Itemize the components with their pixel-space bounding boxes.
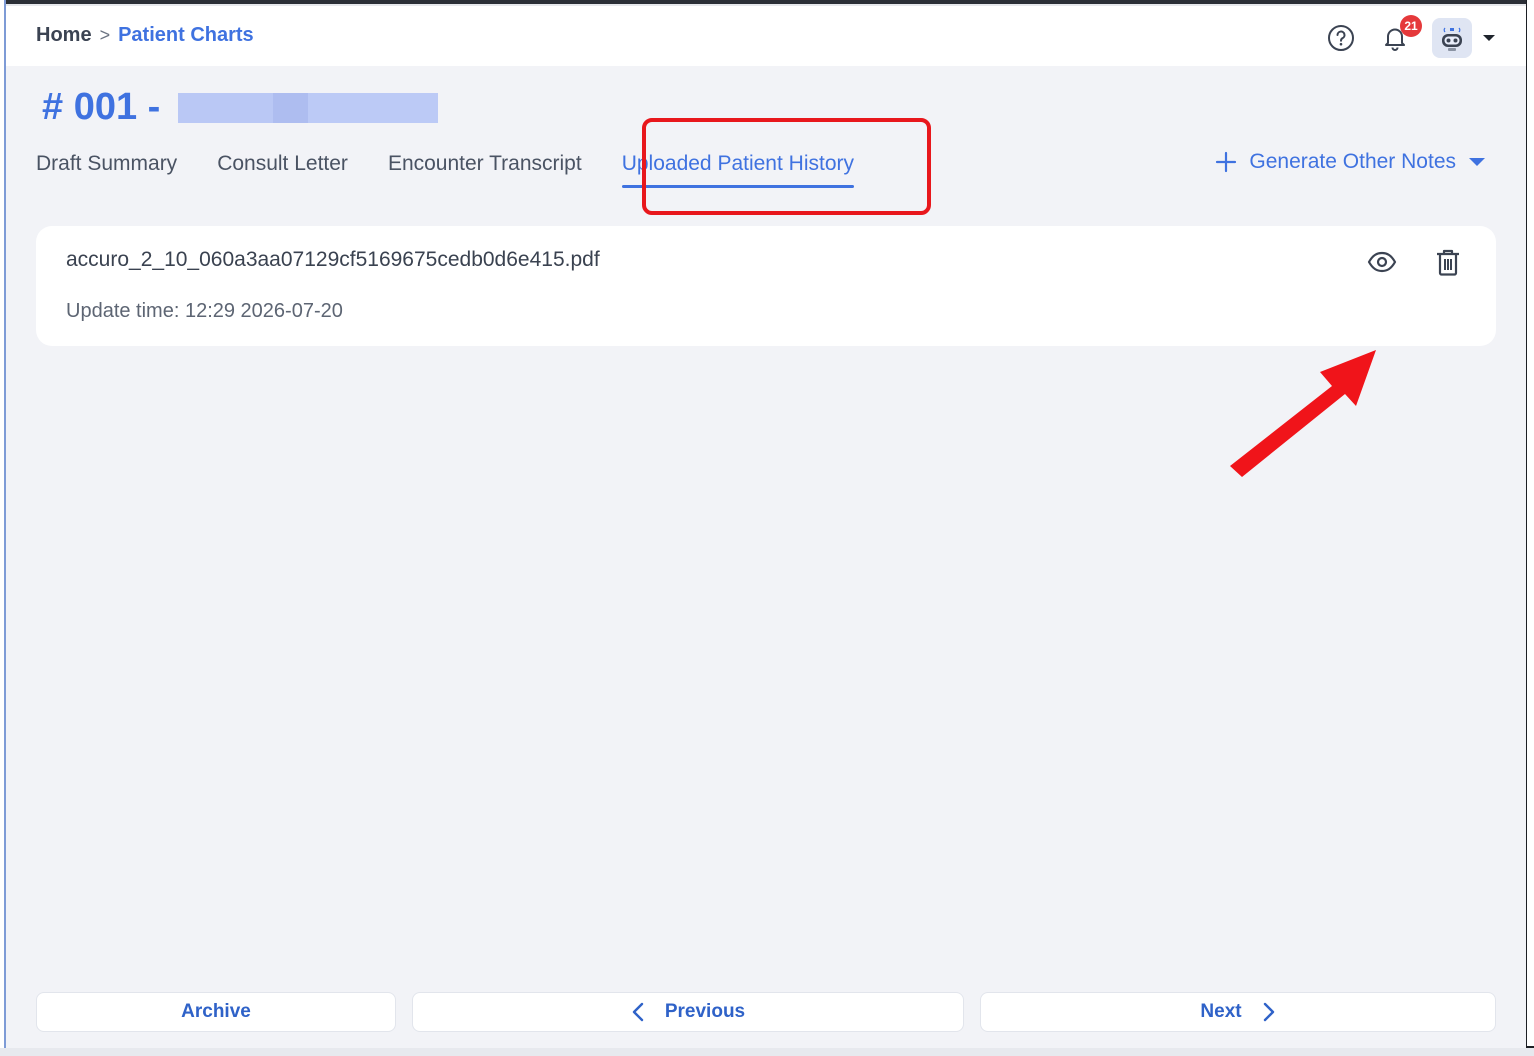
caret-down-icon — [1469, 158, 1485, 166]
tab-uploaded-patient-history[interactable]: Uploaded Patient History — [621, 150, 855, 188]
redacted-patient-name — [178, 92, 439, 123]
breadcrumb-patient-charts[interactable]: Patient Charts — [118, 24, 254, 47]
tab-consult-letter[interactable]: Consult Letter — [217, 150, 348, 188]
next-label: Next — [1200, 1001, 1242, 1022]
previous-button[interactable]: Previous — [412, 992, 964, 1032]
notifications-button[interactable]: 21 — [1378, 15, 1422, 55]
tab-draft-summary[interactable]: Draft Summary — [36, 150, 177, 188]
chevron-right-icon — [1263, 1002, 1274, 1022]
breadcrumb-separator: > — [99, 25, 111, 45]
plus-icon — [1216, 151, 1237, 173]
archive-button[interactable]: Archive — [36, 992, 396, 1032]
user-menu[interactable] — [1432, 18, 1496, 58]
breadcrumb: Home > Patient Charts — [36, 24, 254, 47]
top-bar: Home > Patient Charts 21 — [6, 6, 1526, 66]
uploaded-file-card: accuro_2_10_060a3aa07129cf5169675cedb0d6… — [36, 226, 1496, 346]
tab-encounter-transcript[interactable]: Encounter Transcript — [388, 150, 582, 188]
next-button[interactable]: Next — [980, 992, 1496, 1032]
annotation-arrow-icon — [1230, 350, 1376, 477]
eye-icon — [1367, 251, 1397, 273]
tab-bar: Draft Summary Consult Letter Encounter T… — [36, 150, 855, 188]
robot-avatar-icon — [1442, 27, 1462, 51]
file-update-time: Update time: 12:29 2026-07-20 — [66, 300, 343, 322]
file-actions — [1364, 244, 1466, 280]
main-content: # 001 - Draft Summary Consult Letter Enc… — [6, 66, 1526, 1048]
previous-label: Previous — [664, 1001, 746, 1022]
trash-icon — [1437, 249, 1459, 276]
top-icons: 21 — [1324, 15, 1496, 58]
window-frame-bottom — [0, 1048, 1534, 1056]
help-icon — [1328, 25, 1354, 51]
generate-other-notes-button[interactable]: Generate Other Notes — [1215, 150, 1486, 174]
window-frame-right — [1526, 0, 1534, 1056]
breadcrumb-home[interactable]: Home — [36, 24, 92, 47]
caret-down-icon — [1483, 35, 1495, 41]
chevron-left-icon — [632, 1002, 644, 1022]
delete-file-button[interactable] — [1430, 244, 1466, 280]
page-title: # 001 - — [42, 86, 439, 129]
help-button[interactable] — [1324, 21, 1358, 55]
generate-other-notes-label: Generate Other Notes — [1249, 150, 1456, 173]
notification-count-badge: 21 — [1400, 15, 1422, 37]
view-file-button[interactable] — [1364, 244, 1400, 280]
patient-number: # 001 - — [42, 86, 161, 128]
footer-navigation: Archive Previous Next — [36, 992, 1496, 1032]
avatar — [1432, 18, 1472, 58]
file-name: accuro_2_10_060a3aa07129cf5169675cedb0d6… — [66, 248, 600, 271]
archive-label: Archive — [181, 1001, 251, 1022]
